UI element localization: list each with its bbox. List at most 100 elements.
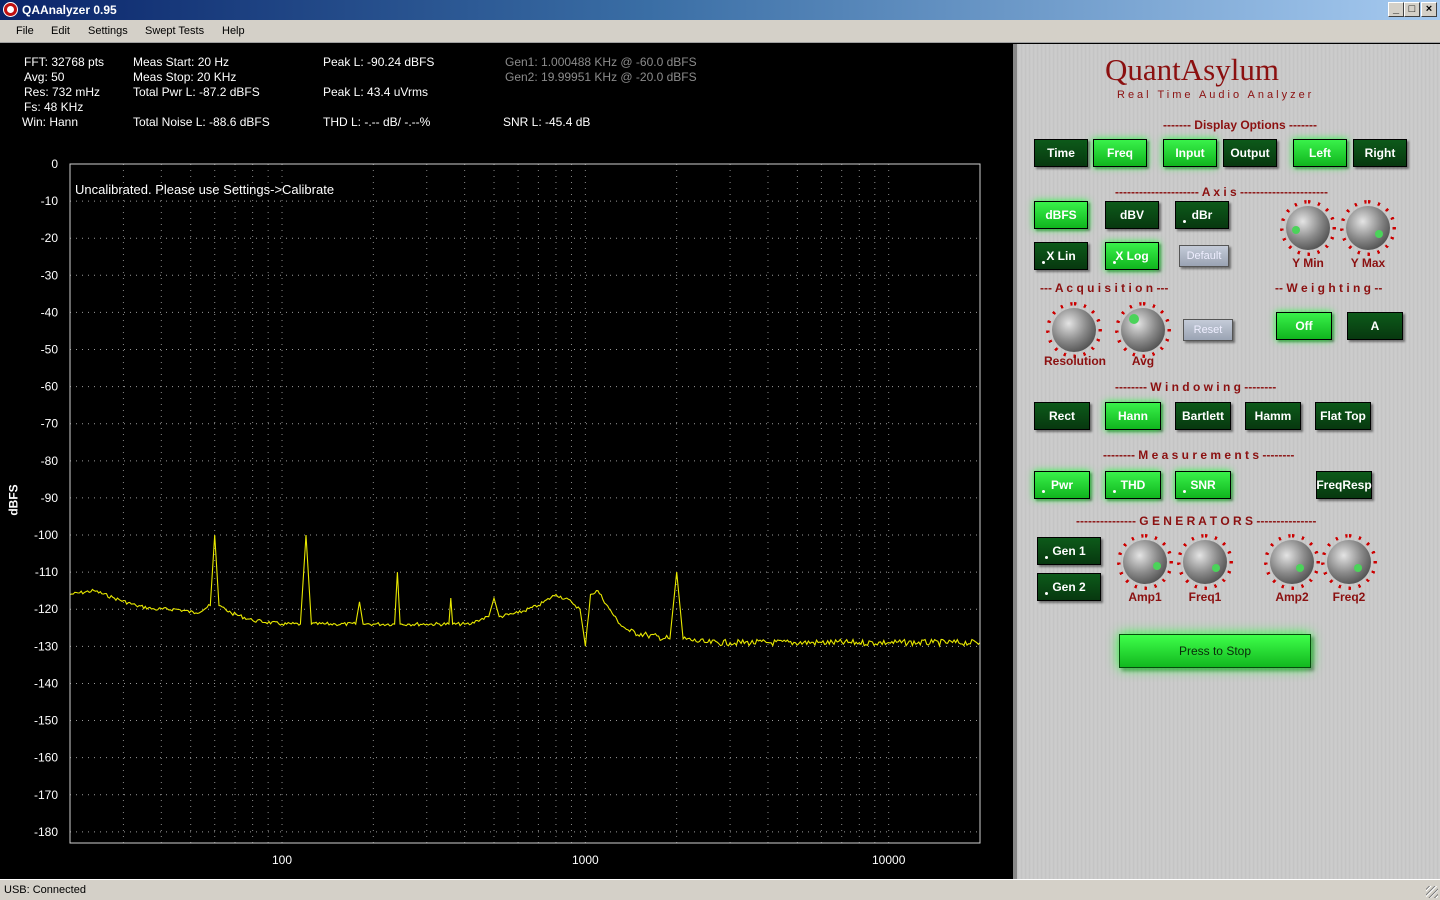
input-button[interactable]: Input [1163, 139, 1217, 167]
readout-total-pwr: Total Pwr L: -87.2 dBFS [133, 85, 260, 99]
menu-file[interactable]: File [16, 25, 34, 37]
windowing-title: -------- W i n d o w i n g -------- [1115, 380, 1277, 394]
readout-peak-dbfs: Peak L: -90.24 dBFS [323, 55, 435, 69]
time-button[interactable]: Time [1034, 139, 1088, 167]
plot-border [69, 163, 981, 844]
flat-top-button[interactable]: Flat Top [1315, 402, 1371, 430]
default-button[interactable]: Default [1179, 245, 1229, 267]
y-tick-label: -30 [41, 268, 59, 282]
y-tick-label: -20 [41, 231, 59, 245]
menu-help[interactable]: Help [222, 25, 245, 37]
pwr-indicator-icon [1042, 490, 1045, 493]
snr-label: SNR [1190, 478, 1216, 492]
menu-settings[interactable]: Settings [88, 25, 128, 37]
pwr-label: Pwr [1050, 478, 1073, 492]
y-max-indicator-icon [1375, 230, 1383, 238]
gen1-button[interactable]: Gen 1 [1037, 537, 1101, 565]
freq-resp-button[interactable]: FreqResp [1316, 471, 1372, 499]
gen2-label: Gen 2 [1052, 580, 1086, 594]
hamm-button[interactable]: Hamm [1245, 402, 1301, 430]
resolution-knob[interactable] [1052, 308, 1096, 352]
minimize-button[interactable]: _ [1388, 2, 1404, 17]
readout-gen2: Gen2: 19.99951 KHz @ -20.0 dBFS [505, 70, 697, 84]
freq2-label: Freq2 [1332, 590, 1366, 604]
calibration-warning: Uncalibrated. Please use Settings->Calib… [75, 182, 335, 197]
generators-title: --------------- G E N E R A T O R S ----… [1076, 514, 1317, 528]
freq1-knob[interactable] [1183, 540, 1227, 584]
menu-bar: File Edit Settings Swept Tests Help [0, 20, 1440, 43]
display-options-title: ------- Display Options ------- [1163, 118, 1317, 132]
y-tick-label: -100 [34, 528, 58, 542]
hann-button[interactable]: Hann [1105, 402, 1161, 430]
dbfs-button[interactable]: dBFS [1034, 201, 1088, 229]
y-max-knob[interactable] [1346, 206, 1390, 250]
amp2-knob[interactable] [1270, 540, 1314, 584]
readout-win: Win: Hann [22, 115, 79, 129]
reset-button[interactable]: Reset [1183, 319, 1233, 341]
y-min-knob[interactable] [1286, 206, 1330, 250]
freq-button[interactable]: Freq [1093, 139, 1147, 167]
readout-fs: Fs: 48 KHz [24, 100, 84, 114]
readout-res: Res: 732 mHz [24, 85, 101, 99]
menu-edit[interactable]: Edit [51, 25, 70, 37]
y-tick-label: -180 [34, 825, 58, 839]
readout-meas-stop: Meas Stop: 20 KHz [133, 70, 237, 84]
y-tick-label: -50 [41, 343, 59, 357]
rect-button[interactable]: Rect [1034, 402, 1090, 430]
app-window: QAAnalyzer 0.95 _ □ × File Edit Settings… [0, 0, 1440, 900]
readout-peak-vrms: Peak L: 43.4 uVrms [323, 85, 428, 99]
control-panel: QuantAsylum Real Time Audio Analyzer ---… [1013, 44, 1440, 879]
output-button[interactable]: Output [1223, 139, 1277, 167]
y-tick-label: -120 [34, 602, 58, 616]
left-button[interactable]: Left [1293, 139, 1347, 167]
bartlett-button[interactable]: Bartlett [1175, 402, 1231, 430]
maximize-button[interactable]: □ [1404, 2, 1420, 17]
gen1-label: Gen 1 [1052, 544, 1086, 558]
gen2-button[interactable]: Gen 2 [1037, 573, 1101, 601]
dbv-button[interactable]: dBV [1105, 201, 1159, 229]
avg-indicator-icon [1129, 314, 1139, 324]
thd-button[interactable]: THD [1105, 471, 1161, 499]
close-button[interactable]: × [1421, 2, 1437, 17]
press-to-stop-button[interactable]: Press to Stop [1119, 634, 1311, 668]
avg-label: Avg [1131, 354, 1155, 368]
dbr-button[interactable]: dBr [1175, 201, 1229, 229]
snr-button[interactable]: SNR [1175, 471, 1231, 499]
gen1-indicator-icon [1045, 556, 1048, 559]
amp1-knob[interactable] [1123, 540, 1167, 584]
readout-avg: Avg: 50 [24, 70, 65, 84]
y-tick-label: -10 [41, 194, 59, 208]
x-log-button[interactable]: X Log [1105, 242, 1159, 270]
thd-indicator-icon [1113, 490, 1116, 493]
weighting-a-button[interactable]: A [1347, 312, 1403, 340]
y-tick-label: -130 [34, 639, 58, 653]
spectrum-trace [69, 534, 981, 648]
y-tick-label: -160 [34, 751, 58, 765]
pwr-button[interactable]: Pwr [1034, 471, 1090, 499]
y-tick-label: -40 [41, 305, 59, 319]
brand-logo: QuantAsylum [1105, 52, 1279, 87]
menu-swept-tests[interactable]: Swept Tests [145, 25, 204, 37]
x-lin-button[interactable]: X Lin [1034, 242, 1088, 270]
y-tick-label: -150 [34, 714, 58, 728]
title-bar: QAAnalyzer 0.95 _ □ × [0, 0, 1440, 20]
readout-thd: THD L: -.-- dB/ -.--% [323, 115, 431, 129]
measurements-title: -------- M e a s u r e m e n t s -------… [1103, 448, 1295, 462]
resize-grip-icon[interactable] [1426, 886, 1438, 898]
right-button[interactable]: Right [1353, 139, 1407, 167]
snr-indicator-icon [1183, 490, 1186, 493]
readout-gen1: Gen1: 1.000488 KHz @ -60.0 dBFS [505, 55, 697, 69]
window-title: QAAnalyzer 0.95 [22, 3, 117, 17]
avg-knob[interactable] [1121, 308, 1165, 352]
dbr-label: dBr [1191, 208, 1213, 222]
y-tick-label: 0 [51, 157, 58, 171]
y-max-label: Y Max [1350, 256, 1386, 270]
readout-meas-start: Meas Start: 20 Hz [133, 55, 230, 69]
y-tick-label: -110 [35, 565, 58, 579]
x-tick-label: 100 [272, 853, 292, 867]
weighting-off-button[interactable]: Off [1276, 312, 1332, 340]
y-axis-label: dBFS [6, 484, 21, 516]
freq2-knob[interactable] [1327, 540, 1371, 584]
status-bar: USB: Connected [0, 879, 1440, 900]
spectrum-plot[interactable]: 0 -10 -20 -30 -40 -50 -60 -70 -80 -90 -100 -110 -120… [0, 150, 1012, 875]
